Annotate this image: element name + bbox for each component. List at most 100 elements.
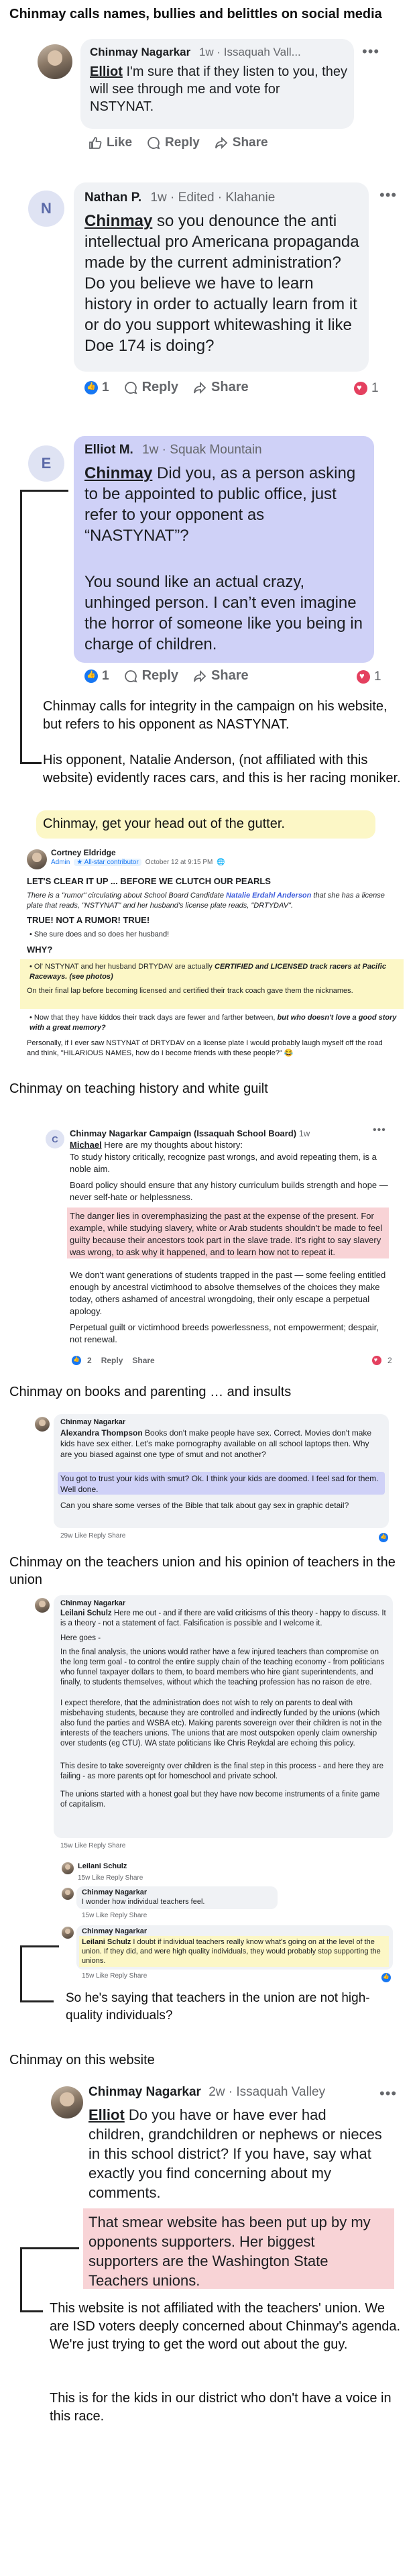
- avatar[interactable]: [62, 1862, 74, 1874]
- reply-button[interactable]: Reply: [124, 668, 178, 684]
- post-date: October 12 at 9:15 PM: [145, 859, 213, 866]
- comment-meta: 1w · Squak Mountain: [142, 443, 262, 457]
- comment-text: Can you share some verses of the Bible t…: [60, 1501, 349, 1510]
- comment-meta: 29w Like Reply Share: [60, 1532, 126, 1540]
- like-reaction-icon[interactable]: [379, 1533, 388, 1542]
- comment-meta: 15w Like Reply Share: [60, 1842, 126, 1849]
- comment-text: Board policy should ensure that any hist…: [70, 1180, 388, 1202]
- comment-text: Chinmay Did you, as a person asking to b…: [84, 464, 356, 545]
- like-reaction-icon: [84, 669, 98, 683]
- reaction-count[interactable]: 1: [357, 669, 381, 684]
- post-headline: LET'S CLEAR IT UP ... BEFORE WE CLUTCH O…: [27, 876, 271, 886]
- avatar[interactable]: E: [28, 445, 64, 482]
- avatar[interactable]: [51, 2086, 83, 2118]
- annotation-caption: His opponent, Natalie Anderson, (not aff…: [43, 753, 401, 786]
- comment-text: That smear website has been put up by my…: [88, 2214, 371, 2289]
- comment-text: The unions started with a honest goal bu…: [60, 1790, 380, 1809]
- reaction-count[interactable]: 2: [370, 1354, 392, 1367]
- reply-button[interactable]: Reply: [101, 1356, 123, 1365]
- annotation-bracket: [20, 2000, 54, 2002]
- annotation-bracket: [20, 1945, 59, 1947]
- mention-link[interactable]: Elliot: [90, 64, 123, 79]
- admin-badge: Admin: [51, 859, 70, 866]
- mention-link[interactable]: Elliot: [88, 2106, 125, 2123]
- comment-author[interactable]: Chinmay Nagarkar Campaign (Issaquah Scho…: [70, 1128, 296, 1138]
- annotation-bracket: [20, 490, 68, 492]
- more-options-icon[interactable]: •••: [379, 186, 397, 204]
- like-reaction-icon: [72, 1356, 81, 1365]
- comment-text: Leilani Schulz I doubt if individual tea…: [82, 1938, 381, 1965]
- section-title-name-calling: Chinmay calls names, bullies and belittl…: [9, 7, 382, 21]
- section-title-history: Chinmay on teaching history and white gu…: [9, 1081, 268, 1096]
- comment-card: C Chinmay Nagarkar Campaign (Issaquah Sc…: [38, 1123, 400, 1374]
- comment-author[interactable]: Elliot M.: [84, 443, 133, 457]
- like-reaction-icon[interactable]: [381, 1973, 391, 1982]
- share-arrow-icon: [194, 381, 206, 394]
- share-button[interactable]: Share: [215, 136, 268, 150]
- more-options-icon[interactable]: •••: [373, 1124, 386, 1136]
- share-arrow-icon: [215, 136, 228, 150]
- comment-text: Chinmay so you denounce the anti intelle…: [84, 212, 359, 355]
- post-author[interactable]: Cortney Eldridge: [51, 848, 116, 857]
- comment-author[interactable]: Leilani Schulz: [78, 1862, 127, 1870]
- avatar[interactable]: C: [46, 1130, 64, 1148]
- comment-meta: 15w Like Reply Share: [82, 1972, 147, 1980]
- reaction-count[interactable]: 1: [354, 381, 379, 396]
- more-options-icon[interactable]: •••: [362, 43, 379, 60]
- comment-meta: 2w · Issaquah Valley: [208, 2085, 326, 2099]
- mention-link[interactable]: Chinmay: [84, 212, 152, 230]
- comment-card: Chinmay Nagarkar I wonder how individual…: [76, 1886, 278, 1909]
- avatar[interactable]: [62, 1888, 74, 1900]
- post-paragraph: There is a "rumor" circulating about Sch…: [27, 892, 385, 910]
- avatar[interactable]: [27, 849, 47, 869]
- avatar[interactable]: N: [28, 191, 64, 227]
- like-reaction-icon: [84, 380, 98, 394]
- comment-card: Chinmay Nagarkar Alexandra Thompson Book…: [54, 1414, 389, 1528]
- reply-bubble-icon: [124, 381, 137, 394]
- reply-button[interactable]: Reply: [147, 136, 200, 150]
- annotation-caption: Chinmay calls for integrity in the campa…: [43, 699, 388, 732]
- post-subhead: WHY?: [27, 945, 53, 955]
- comment-author[interactable]: Chinmay Nagarkar: [88, 2085, 201, 2099]
- comment-author[interactable]: Chinmay Nagarkar: [60, 1418, 125, 1426]
- comment-author[interactable]: Chinmay Nagarkar: [90, 46, 190, 58]
- comment-author[interactable]: Nathan P.: [84, 191, 141, 205]
- annotation-caption: This website is not affiliated with the …: [50, 2301, 401, 2352]
- comment-actions: 1 Reply Share: [84, 380, 249, 395]
- reply-bubble-icon: [147, 137, 160, 150]
- reply-bubble-icon: [124, 669, 137, 682]
- more-options-icon[interactable]: •••: [379, 2085, 397, 2102]
- share-button[interactable]: Share: [193, 668, 249, 684]
- comment-meta: 1w · Edited · Klahanie: [150, 191, 276, 205]
- comment-text: We don't want generations of students tr…: [70, 1270, 386, 1316]
- like-button[interactable]: Like: [88, 136, 132, 150]
- share-button[interactable]: Share: [193, 380, 249, 395]
- avatar[interactable]: [35, 1417, 50, 1432]
- annotation-bracket: [20, 1945, 22, 2002]
- thumbs-up-icon: [89, 137, 102, 149]
- comment-card: Nathan P. 1w · Edited · Klahanie Chinmay…: [74, 182, 369, 372]
- comment-text: Here goes -: [60, 1634, 101, 1642]
- comment-actions: 1 Reply Share: [84, 668, 249, 684]
- reaction-count[interactable]: 2: [70, 1354, 92, 1367]
- post-subhead: TRUE! NOT A RUMOR! TRUE!: [27, 915, 150, 925]
- annotation-bracket: [20, 2310, 43, 2312]
- reply-button[interactable]: Reply: [124, 380, 178, 395]
- comment-author[interactable]: Chinmay Nagarkar: [60, 1599, 125, 1607]
- reaction-count[interactable]: 1: [84, 380, 109, 395]
- comment-card: Chinmay Nagarkar Leilani Schulz Here me …: [54, 1595, 393, 1838]
- profile-link[interactable]: Natalie Erdahl Anderson: [226, 892, 311, 900]
- comment-text: Elliot I'm sure that if they listen to y…: [90, 64, 347, 114]
- avatar[interactable]: [62, 1927, 74, 1939]
- share-button[interactable]: Share: [132, 1356, 154, 1365]
- avatar[interactable]: [35, 1598, 50, 1613]
- heart-reaction-icon: [372, 1356, 381, 1365]
- comment-text: I expect therefore, that the administrat…: [60, 1699, 382, 1748]
- post-bullet: • Ol' NSTYNAT and her husband DRTYDAV ar…: [29, 963, 386, 981]
- avatar[interactable]: [38, 44, 72, 79]
- reaction-count[interactable]: 1: [84, 669, 109, 684]
- comment-text: This desire to take sovereignty over chi…: [60, 1762, 383, 1780]
- post-screenshot: Cortney Eldridge Admin ★ All-star contri…: [20, 847, 404, 1142]
- section-title-books: Chinmay on books and parenting … and ins…: [9, 1385, 292, 1399]
- mention-link[interactable]: Chinmay: [84, 464, 152, 482]
